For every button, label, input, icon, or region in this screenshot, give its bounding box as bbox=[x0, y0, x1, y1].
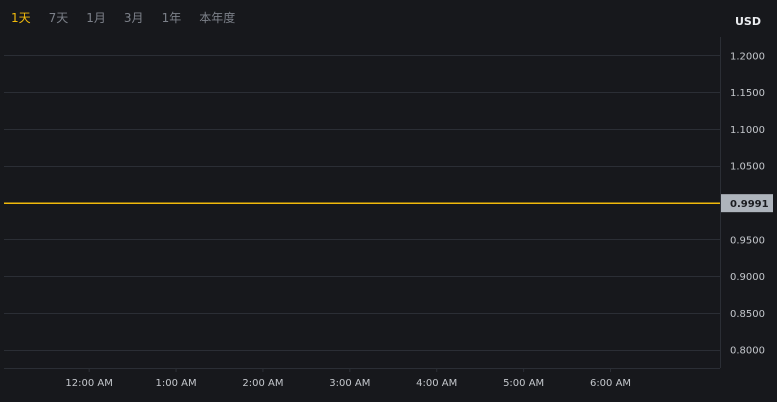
y-tick-label-3: 1.0500 bbox=[730, 162, 765, 173]
y-tick-label-5: 0.9000 bbox=[730, 272, 765, 283]
x-tick-label-4: 4:00 AM bbox=[416, 378, 457, 389]
price-chart-widget: 1天 7天 1月 3月 1年 本年度 USD 1.2000 1.1500 1.1000 1.05… bbox=[0, 0, 777, 402]
x-tick-label-2: 2:00 AM bbox=[242, 378, 283, 389]
x-tick-label-0: 12:00 AM bbox=[65, 378, 112, 389]
x-tick-label-5: 5:00 AM bbox=[503, 378, 544, 389]
y-tick-label-0: 1.2000 bbox=[730, 51, 765, 62]
line-chart[interactable]: 1.2000 1.1500 1.1000 1.0500 0.9500 0.9000 0.85… bbox=[0, 0, 777, 402]
x-tick-label-1: 1:00 AM bbox=[155, 378, 196, 389]
y-tick-label-2: 1.1000 bbox=[730, 125, 765, 136]
y-tick-label-7: 0.8000 bbox=[730, 346, 765, 357]
current-price-label: 0.9991 bbox=[730, 199, 769, 210]
y-tick-label-6: 0.8500 bbox=[730, 309, 765, 320]
x-tick-label-6: 6:00 AM bbox=[590, 378, 631, 389]
y-tick-label-4: 0.9500 bbox=[730, 235, 765, 246]
y-tick-label-1: 1.1500 bbox=[730, 88, 765, 99]
x-tick-label-3: 3:00 AM bbox=[329, 378, 370, 389]
